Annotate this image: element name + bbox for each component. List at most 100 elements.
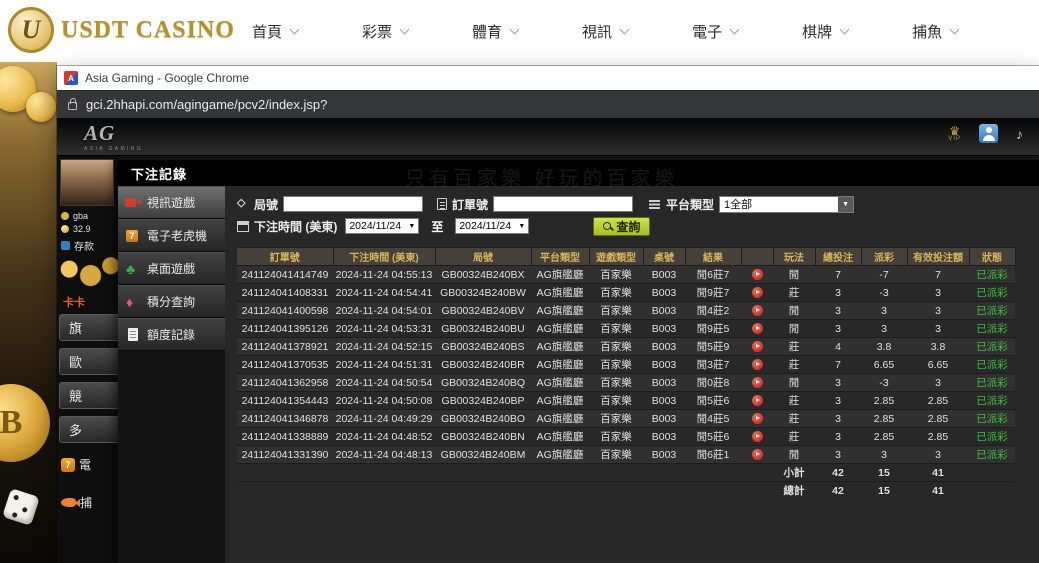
records-menu-item[interactable]: 桌面遊戲	[118, 252, 225, 285]
cell-play-type: 莊	[773, 284, 815, 302]
lobby-hall-button[interactable]: 旗	[59, 314, 118, 341]
music-note-icon[interactable]: ♪	[1016, 126, 1023, 142]
total-row: 總計 42 15 41	[237, 482, 1015, 500]
cell-replay	[741, 338, 773, 356]
replay-play-button[interactable]	[752, 449, 763, 460]
fishing-label: 捕	[80, 494, 92, 511]
replay-play-button[interactable]	[752, 323, 763, 334]
cell-result: 閒3莊7	[685, 356, 741, 374]
replay-play-button[interactable]	[752, 359, 763, 370]
round-input[interactable]	[283, 196, 423, 212]
bet-time-label: 下注時間 (美東)	[237, 218, 337, 235]
date-to-picker[interactable]: 2024/11/24 ▼	[455, 218, 529, 234]
search-button[interactable]: 查詢	[593, 217, 650, 236]
cell-valid-bet: 6.65	[907, 356, 969, 374]
lobby-fishing-item[interactable]: 捕	[61, 494, 92, 511]
cell-table-no: B003	[643, 446, 685, 464]
cell-round-id: GB00324B240BQ	[435, 374, 531, 392]
cell-round-id: GB00324B240BO	[435, 410, 531, 428]
cell-total-bet: 4	[815, 338, 861, 356]
cell-status: 已派彩	[969, 428, 1015, 446]
nav-label: 首頁	[252, 21, 282, 42]
cell-result: 閒0莊8	[685, 374, 741, 392]
total-bet: 42	[815, 482, 861, 500]
cell-status: 已派彩	[969, 284, 1015, 302]
chrome-addressbar[interactable]: gci.2hhapi.com/agingame/pcv2/index.jsp?	[57, 90, 1039, 118]
hall-label: 旗	[69, 318, 82, 337]
menu-label: 積分查詢	[147, 293, 195, 310]
cell-game-type: 百家樂	[589, 320, 643, 338]
hall-label: 競	[69, 386, 82, 405]
vip-button[interactable]: ♛ VIP	[948, 126, 961, 142]
cell-replay	[741, 428, 773, 446]
records-menu-item[interactable]: 積分查詢	[118, 285, 225, 318]
replay-play-button[interactable]	[752, 341, 763, 352]
platform-select[interactable]: 1全部 ▼	[719, 196, 854, 213]
lobby-hall-button[interactable]: 競	[59, 382, 118, 409]
nav-item[interactable]: 體育	[472, 21, 518, 42]
cell-status: 已派彩	[969, 320, 1015, 338]
replay-play-button[interactable]	[752, 287, 763, 298]
subtotal-bet: 42	[815, 464, 861, 482]
order-input[interactable]	[493, 196, 633, 212]
nav-item[interactable]: 捕魚	[912, 21, 958, 42]
nav-item[interactable]: 電子	[692, 21, 738, 42]
records-menu-item[interactable]: 額度記錄	[118, 318, 225, 351]
cell-payout: 3	[861, 320, 907, 338]
chevron-down-icon	[950, 24, 960, 34]
nav-label: 捕魚	[912, 21, 942, 42]
records-content: 局號 訂單號 平台類型	[225, 186, 1039, 563]
replay-play-button[interactable]	[752, 413, 763, 424]
calendar-icon	[237, 221, 249, 232]
nav-item[interactable]: 首頁	[252, 21, 298, 42]
table-row: 241124041331390 2024-11-24 04:48:13 GB00…	[237, 446, 1015, 464]
cell-valid-bet: 2.85	[907, 428, 969, 446]
records-menu-item[interactable]: 電子老虎機	[118, 219, 225, 252]
cell-replay	[741, 446, 773, 464]
replay-play-button[interactable]	[752, 269, 763, 280]
nav-item[interactable]: 視訊	[582, 21, 628, 42]
platform-select-value: 1全部	[724, 196, 752, 212]
date-from-picker[interactable]: 2024/11/24 ▼	[345, 218, 419, 234]
ag-logo-subtext: ASIA GAMING	[84, 147, 143, 152]
promo-label: 卡卡	[63, 294, 85, 310]
cell-table-no: B003	[643, 266, 685, 284]
lobby-slots-item[interactable]: 7 電	[61, 456, 91, 473]
lobby-hall-button[interactable]: 多	[59, 416, 118, 443]
cell-round-id: GB00324B240BS	[435, 338, 531, 356]
replay-play-button[interactable]	[752, 431, 763, 442]
menu-label: 桌面遊戲	[147, 260, 195, 277]
replay-play-button[interactable]	[752, 377, 763, 388]
deposit-button[interactable]: 存款	[61, 238, 94, 253]
bet-records-table: 訂單號下注時間 (美東)局號平台類型遊戲類型桌號結果玩法總投注派彩有效投注額狀態…	[237, 247, 1016, 500]
deposit-label: 存款	[74, 238, 94, 253]
ag-favicon-icon: A	[64, 71, 78, 85]
cell-total-bet: 3	[815, 302, 861, 320]
vip-label: VIP	[948, 136, 961, 142]
cell-valid-bet: 3.8	[907, 338, 969, 356]
cell-table-no: B003	[643, 356, 685, 374]
account-icon[interactable]	[979, 124, 998, 143]
order-label: 訂單號	[437, 196, 488, 213]
lobby-hall-button[interactable]: 歐	[59, 348, 118, 375]
cell-bet-time: 2024-11-24 04:55:13	[333, 266, 435, 284]
replay-play-button[interactable]	[752, 305, 763, 316]
cell-replay	[741, 374, 773, 392]
ag-logo[interactable]: AG ASIA GAMING	[84, 121, 143, 152]
table-row: 241124041400598 2024-11-24 04:54:01 GB00…	[237, 302, 1015, 320]
cell-platform: AG旗艦廳	[531, 392, 589, 410]
date-to-value: 2024/11/24	[459, 220, 511, 232]
cell-order-id: 241124041354443	[237, 392, 333, 410]
nav-item[interactable]: 棋牌	[802, 21, 848, 42]
column-header: 遊戲類型	[589, 248, 643, 266]
nav-item[interactable]: 彩票	[362, 21, 408, 42]
site-header: U USDT CASINO 首頁 彩票 體育 視訊 電子 棋牌 捕魚	[0, 0, 1039, 62]
cell-round-id: GB00324B240BR	[435, 356, 531, 374]
slot-seven-icon: 7	[61, 458, 75, 472]
site-logo[interactable]: U USDT CASINO	[8, 7, 235, 53]
records-menu-item[interactable]: 視訊遊戲	[118, 186, 225, 219]
subtotal-label: 小計	[773, 464, 815, 482]
column-header: 狀態	[969, 248, 1015, 266]
cell-platform: AG旗艦廳	[531, 266, 589, 284]
replay-play-button[interactable]	[752, 395, 763, 406]
